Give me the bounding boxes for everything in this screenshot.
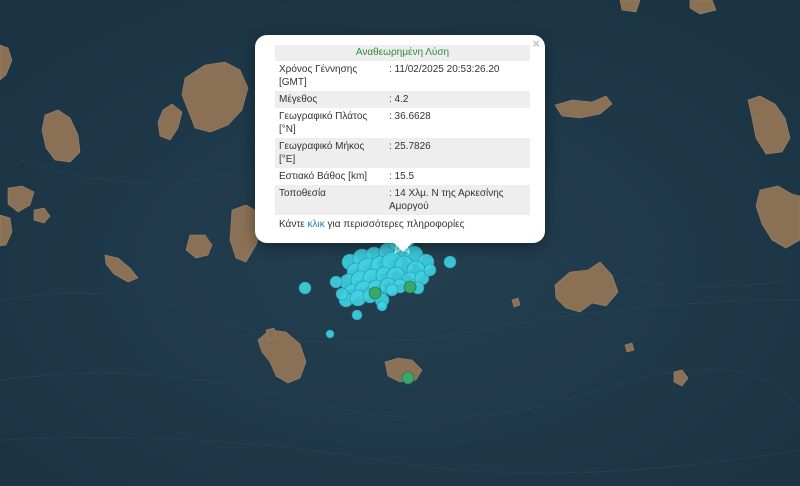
more-info-line: Κάντε κλικ για περισσότερες πληροφορίες — [275, 219, 530, 230]
more-info-suffix: για περισσότερες πληροφορίες — [324, 219, 465, 230]
earthquake-marker[interactable] — [325, 329, 335, 339]
earthquake-popup: × Αναθεωρημένη Λύση Χρόνος Γέννησης [GMT… — [255, 35, 545, 252]
detail-row-origin-time: Χρόνος Γέννησης [GMT] : 11/02/2025 20:53… — [275, 61, 530, 91]
earthquake-marker[interactable] — [423, 263, 437, 277]
detail-label: Τοποθεσία — [275, 185, 385, 215]
detail-value: : 25.7826 — [385, 138, 530, 168]
detail-row-latitude: Γεωγραφικό Πλάτος [°N] : 36.6628 — [275, 108, 530, 138]
detail-value: : 11/02/2025 20:53:26.20 — [389, 64, 500, 75]
detail-label: Γεωγραφικό Πλάτος [°N] — [279, 111, 368, 135]
earthquake-marker[interactable] — [376, 300, 388, 312]
detail-row-location: Τοποθεσία : 14 Χλμ. Ν της Αρκεσίνης Αμορ… — [275, 185, 530, 215]
earthquake-marker-older[interactable] — [401, 371, 415, 385]
island-ofidousa — [624, 342, 635, 353]
earthquake-marker[interactable] — [335, 287, 349, 301]
detail-value: : 4.2 — [385, 91, 530, 108]
earthquake-marker[interactable] — [298, 281, 312, 295]
earthquake-marker[interactable] — [385, 283, 399, 297]
detail-label: Μέγεθος — [275, 91, 385, 108]
close-icon[interactable]: × — [532, 37, 540, 51]
detail-label: Χρόνος Γέννησης [GMT] — [279, 64, 358, 88]
more-info-prefix: Κάντε — [279, 219, 308, 230]
earthquake-details-table: Χρόνος Γέννησης [GMT] : 11/02/2025 20:53… — [275, 61, 530, 215]
detail-row-depth: Εστιακό Βάθος [km] : 15.5 — [275, 168, 530, 185]
detail-label: Γεωγραφικό Μήκος [°E] — [275, 138, 385, 168]
island-thirasia — [265, 327, 277, 341]
detail-value: : 14 Χλμ. Ν της Αρκεσίνης Αμοργού — [385, 185, 530, 215]
earthquake-marker[interactable] — [443, 255, 457, 269]
detail-row-magnitude: Μέγεθος : 4.2 — [275, 91, 530, 108]
earthquake-marker-older[interactable] — [403, 280, 417, 294]
more-info-link[interactable]: κλικ — [308, 219, 325, 230]
earthquake-marker[interactable] — [351, 309, 363, 321]
detail-row-longitude: Γεωγραφικό Μήκος [°E] : 25.7826 — [275, 138, 530, 168]
popup-title: Αναθεωρημένη Λύση — [275, 45, 530, 61]
popup-pointer — [393, 242, 413, 252]
detail-value: : 15.5 — [389, 171, 415, 182]
earthquake-marker-older[interactable] — [368, 286, 382, 300]
earthquake-marker[interactable] — [329, 275, 343, 289]
detail-label: Εστιακό Βάθος [km] — [279, 171, 368, 182]
detail-value: : 36.6628 — [389, 111, 431, 122]
popup-content: Αναθεωρημένη Λύση Χρόνος Γέννησης [GMT] … — [275, 45, 530, 230]
